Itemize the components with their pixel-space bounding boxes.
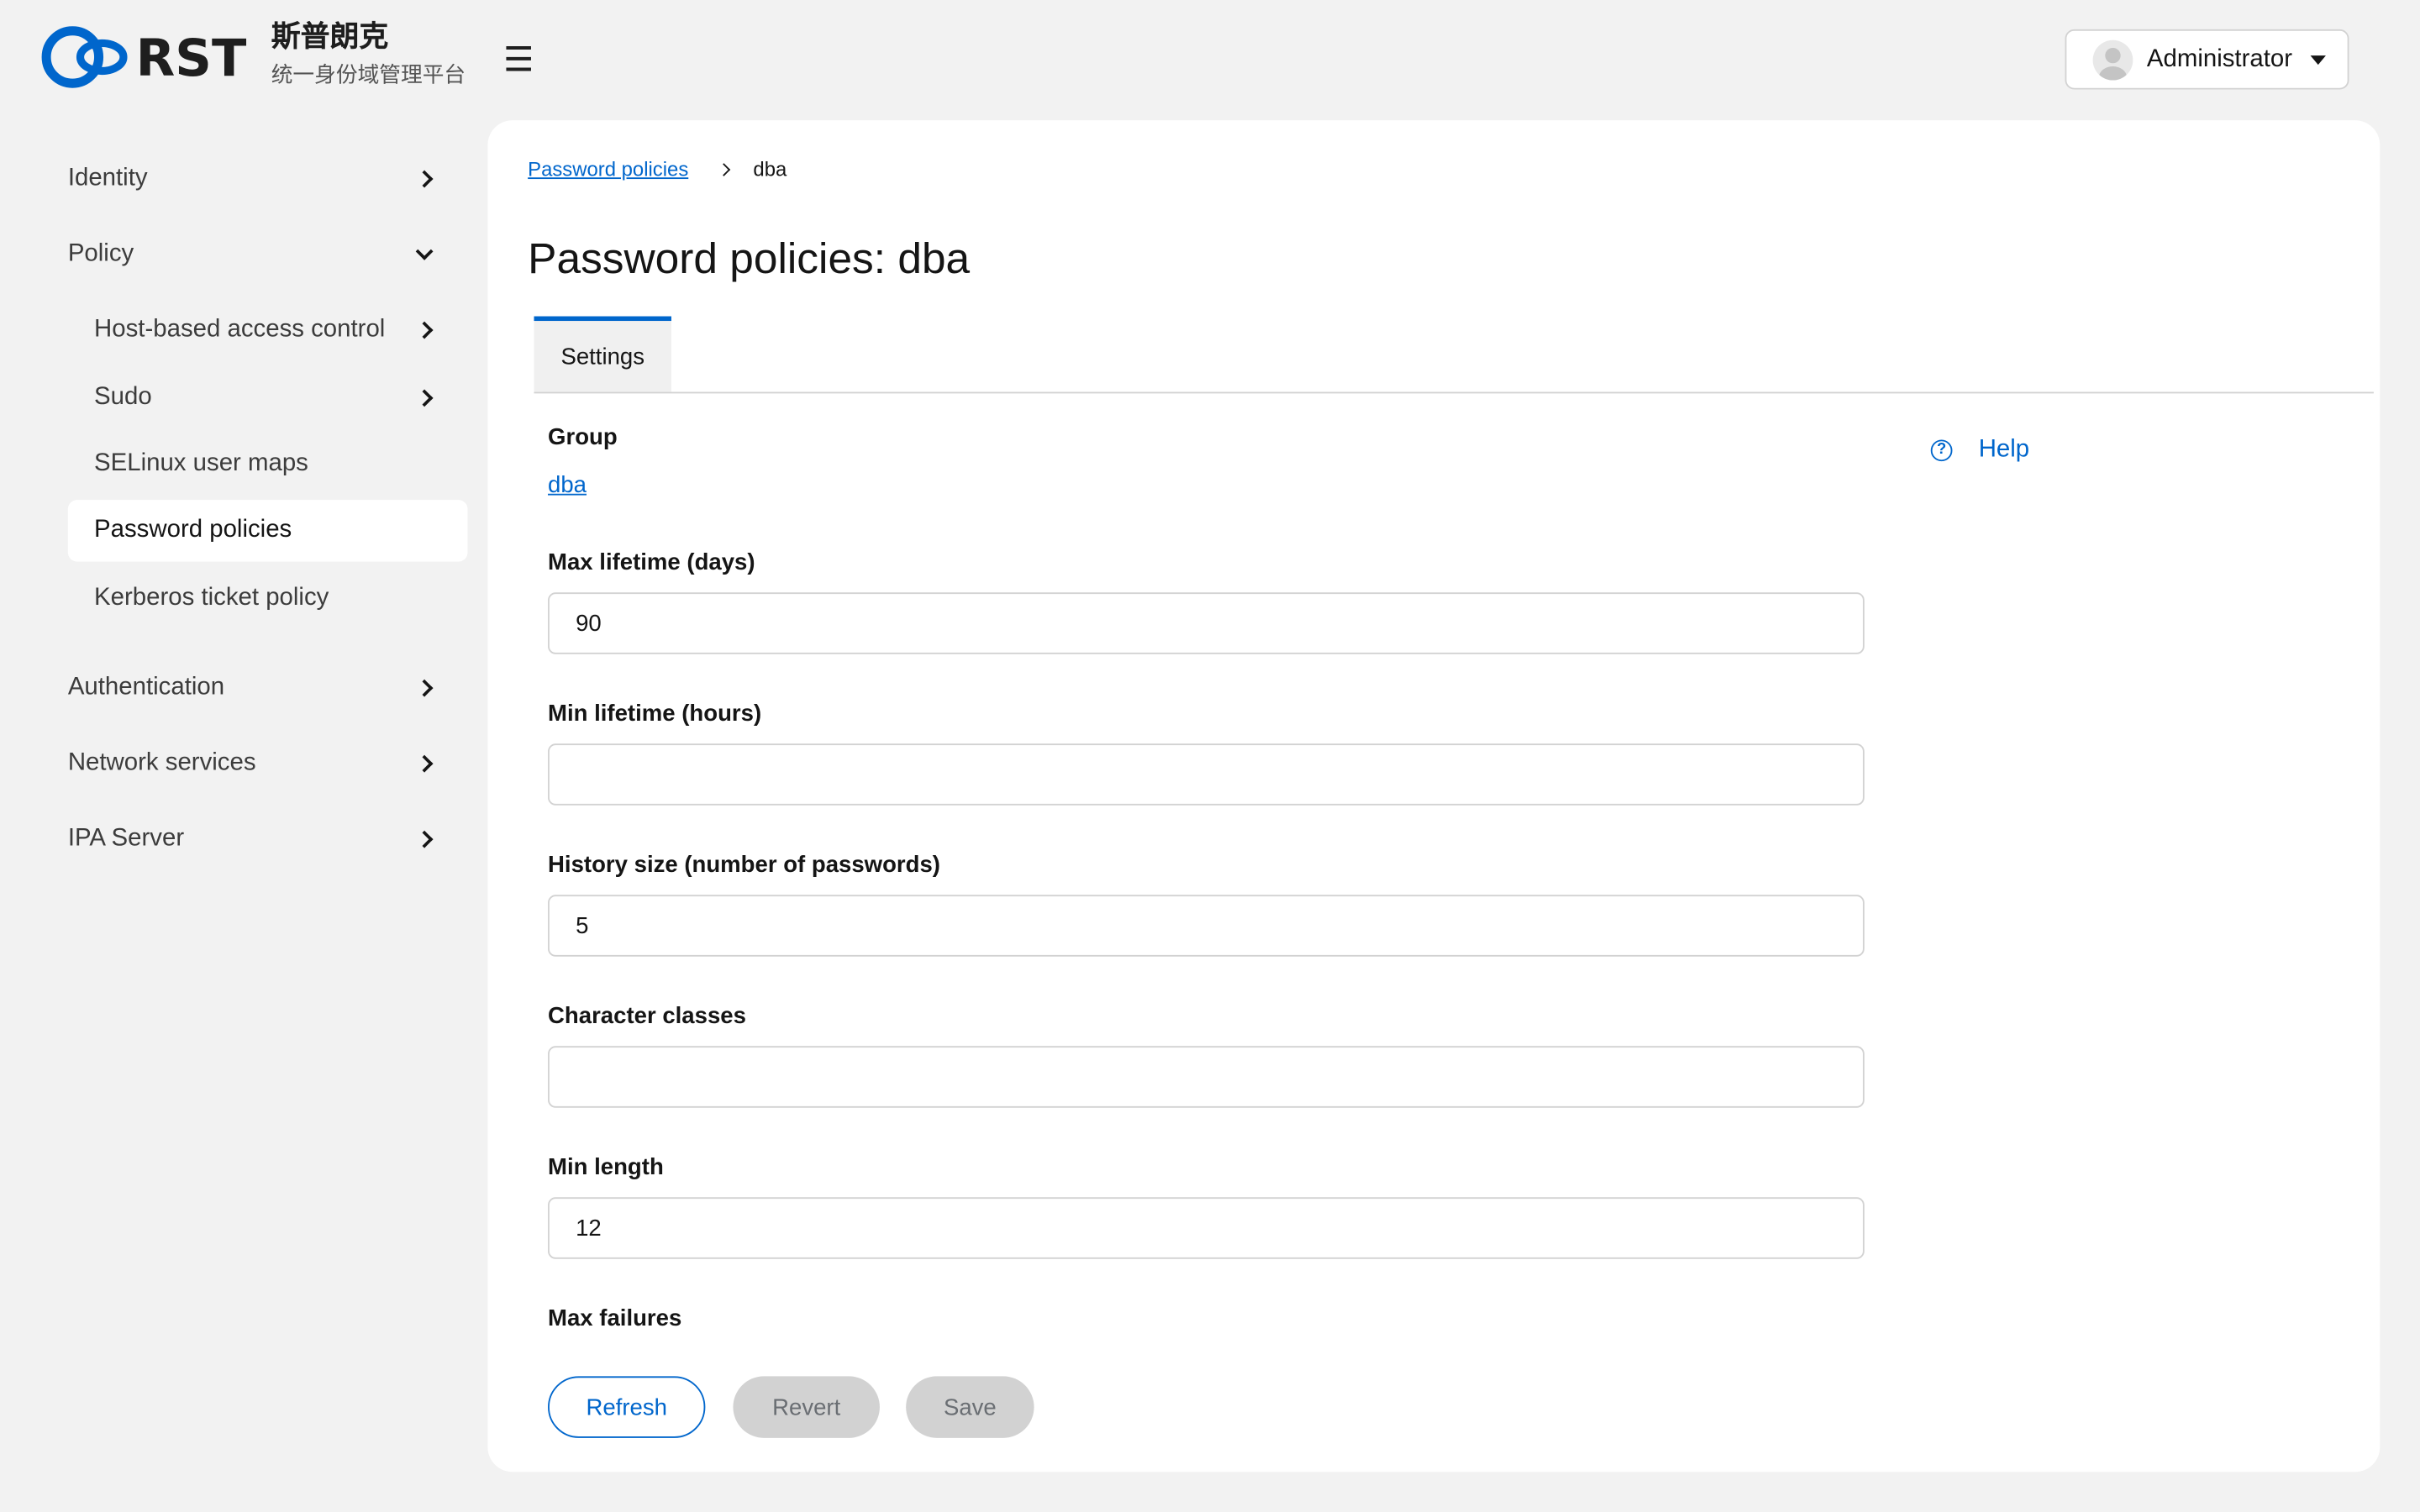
app-root: RST 斯普朗克 统一身份域管理平台 ☰ Administrator Ident…	[0, 0, 2420, 1512]
sidebar-item-password-policies[interactable]: Password policies	[67, 500, 468, 562]
page-title: Password policies: dba	[528, 234, 971, 283]
save-button[interactable]: Save	[906, 1376, 1034, 1438]
hamburger-menu-icon[interactable]: ☰	[503, 40, 534, 81]
breadcrumb: Password policies dba	[528, 157, 786, 181]
brand-subtitle: 统一身份域管理平台	[271, 63, 466, 88]
sidebar-item-sudo[interactable]: Sudo	[68, 367, 468, 428]
help-icon: ?	[1930, 439, 1953, 462]
sidebar-item-label: Identity	[67, 165, 148, 192]
chevron-right-icon	[415, 321, 434, 339]
sidebar-item-identity[interactable]: Identity	[68, 148, 468, 209]
sidebar-item-authentication[interactable]: Authentication	[68, 657, 468, 718]
sidebar-item-label: Kerberos ticket policy	[94, 585, 329, 612]
min-length-label: Min length	[548, 1153, 664, 1181]
max-failures-label: Max failures	[548, 1305, 682, 1332]
history-size-label: History size (number of passwords)	[548, 851, 940, 879]
group-link[interactable]: dba	[548, 472, 587, 498]
help-label: Help	[1978, 436, 2030, 464]
min-lifetime-label: Min lifetime (hours)	[548, 700, 762, 727]
sidebar-item-label: Policy	[67, 240, 134, 267]
group-label: Group	[548, 424, 618, 451]
sidebar-item-policy[interactable]: Policy	[68, 223, 468, 285]
sidebar-item-label: Host-based access control	[94, 316, 386, 343]
sidebar-item-label: SELinux user maps	[94, 450, 308, 477]
character-classes-input[interactable]	[548, 1046, 1865, 1108]
refresh-button[interactable]: Refresh	[548, 1376, 706, 1438]
chevron-right-icon	[415, 830, 434, 848]
chevron-right-icon	[415, 389, 434, 407]
tab-settings[interactable]: Settings	[534, 316, 671, 392]
character-classes-label: Character classes	[548, 1002, 746, 1030]
chevron-right-icon	[717, 162, 731, 176]
sidebar-item-network-services[interactable]: Network services	[68, 732, 468, 794]
min-length-input[interactable]	[548, 1197, 1865, 1259]
sidebar-item-ipa-server[interactable]: IPA Server	[68, 808, 468, 869]
tab-bar: Settings	[534, 316, 2374, 394]
main-panel: Password policies dba Password policies:…	[487, 120, 2381, 1473]
max-lifetime-label: Max lifetime (days)	[548, 549, 755, 576]
sidebar-item-label: IPA Server	[67, 825, 185, 852]
brand-text: 斯普朗克 统一身份域管理平台	[271, 17, 466, 91]
caret-down-icon	[2311, 55, 2327, 65]
sidebar-item-label: Password policies	[94, 517, 292, 543]
revert-button[interactable]: Revert	[733, 1376, 880, 1438]
logo-mark-icon	[41, 26, 128, 88]
chevron-right-icon	[415, 679, 434, 697]
history-size-input[interactable]	[548, 895, 1865, 957]
user-name: Administrator	[2146, 45, 2293, 72]
sidebar-item-hbac[interactable]: Host-based access control	[68, 299, 468, 360]
avatar	[2092, 39, 2133, 80]
logo-wordmark: RST	[135, 27, 247, 87]
brand-logo[interactable]: RST 斯普朗克 统一身份域管理平台	[40, 20, 466, 92]
sidebar-item-label: Network services	[67, 749, 256, 776]
sidebar-item-selinux-user-maps[interactable]: SELinux user maps	[68, 433, 468, 495]
sidebar-item-label: Sudo	[94, 384, 152, 411]
chevron-down-icon	[415, 242, 434, 260]
help-link[interactable]: ? Help	[1930, 436, 2030, 465]
breadcrumb-current: dba	[753, 157, 787, 181]
max-lifetime-input[interactable]	[548, 592, 1865, 654]
user-menu-dropdown[interactable]: Administrator	[2065, 29, 2349, 90]
brand-name: 斯普朗克	[271, 19, 389, 55]
breadcrumb-link-password-policies[interactable]: Password policies	[528, 157, 688, 181]
sidebar-item-kerberos-ticket-policy[interactable]: Kerberos ticket policy	[68, 568, 468, 629]
sidebar-item-label: Authentication	[67, 674, 225, 701]
chevron-right-icon	[415, 754, 434, 773]
chevron-right-icon	[415, 170, 434, 188]
min-lifetime-input[interactable]	[548, 743, 1865, 806]
